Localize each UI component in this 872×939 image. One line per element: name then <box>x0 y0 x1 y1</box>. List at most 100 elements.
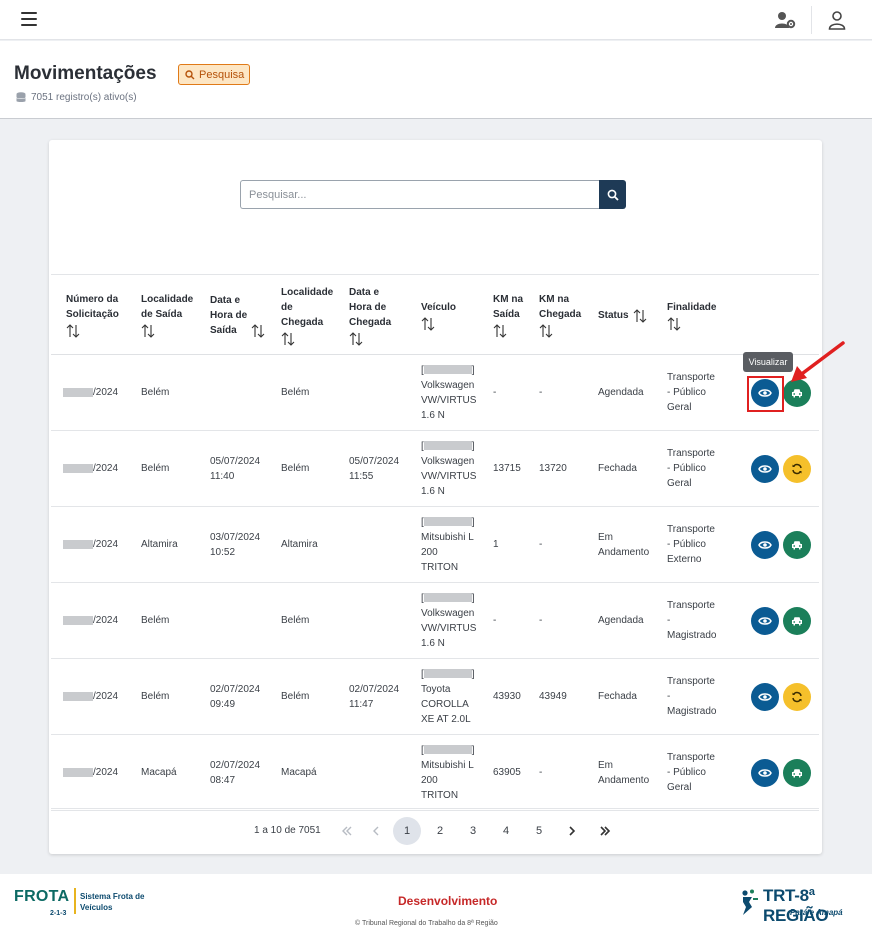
cell-text: 02/07/2024 <box>349 683 400 695</box>
page-button[interactable]: 1 <box>393 817 421 845</box>
cell-text: /2024 <box>93 691 119 702</box>
table-cell: Belém <box>281 583 346 658</box>
column-header-label: de Saída <box>141 309 183 320</box>
cell-text: 43949 <box>539 691 567 702</box>
car-icon <box>792 769 802 778</box>
sort-icon[interactable] <box>493 324 507 338</box>
cell-text: Mitsubishi L <box>421 531 474 543</box>
redacted-mask <box>423 593 472 603</box>
table-cell <box>349 355 417 430</box>
sort-icon[interactable] <box>633 309 647 323</box>
cell-text: 1.6 N <box>421 409 445 421</box>
column-header-label: Data e <box>210 294 241 306</box>
page-button[interactable]: 3 <box>459 817 487 845</box>
column-header[interactable]: Finalidade <box>667 275 716 355</box>
first-page-icon[interactable] <box>333 817 361 845</box>
cell-text: COROLLA <box>421 698 469 710</box>
cell-text: Agendada <box>598 615 644 626</box>
table-cell: 02/07/2024 09:49 <box>210 659 278 734</box>
sort-icon[interactable] <box>141 324 155 338</box>
column-header[interactable]: Data e Hora de Chegada <box>349 275 391 355</box>
next-page-icon[interactable] <box>558 817 586 845</box>
cell-text: Transporte <box>667 372 715 383</box>
column-header[interactable]: Número da Solicitação <box>66 275 119 355</box>
search-input[interactable] <box>240 180 599 209</box>
view-button[interactable] <box>751 683 779 711</box>
table-cell: Transporte - Magistrado <box>667 659 737 734</box>
request-number: /2024 <box>63 659 137 734</box>
table-row: /2024 Belém Belém[] Volkswagen VW/VIRTUS 1.6 … <box>51 355 819 431</box>
page-button[interactable]: 4 <box>492 817 520 845</box>
page-title: Movimentações <box>14 63 157 84</box>
cell-text: Externo <box>667 554 702 565</box>
sort-icon[interactable] <box>349 331 363 346</box>
vehicle-button[interactable] <box>783 607 811 635</box>
page-button[interactable]: 2 <box>426 817 454 845</box>
page-button[interactable]: 5 <box>525 817 553 845</box>
column-header[interactable]: Status <box>598 275 647 355</box>
top-bar-divider <box>811 6 812 34</box>
table-cell: [] Toyota COROLLA XE AT 2.0L <box>421 668 475 725</box>
column-header-label: Hora de <box>349 301 387 313</box>
column-header[interactable]: Localidade de Chegada <box>281 275 333 355</box>
cell-text: 13720 <box>539 463 567 474</box>
sort-icon[interactable] <box>66 324 80 338</box>
sort-icon[interactable] <box>539 324 553 338</box>
user-icon[interactable] <box>827 10 847 30</box>
column-header-label: Chegada <box>281 316 324 328</box>
app-subtitle: Sistema Frota de Veículos <box>80 891 144 913</box>
column-header[interactable]: Localidade de Saída <box>141 275 193 355</box>
cell-text: Fechada <box>598 463 637 474</box>
prev-page-icon[interactable] <box>362 817 390 845</box>
table-cell: 13715 <box>493 431 537 506</box>
view-button[interactable] <box>751 607 779 635</box>
cell-text: Volkswagen <box>421 379 475 391</box>
database-icon <box>16 92 26 103</box>
cell-text: Volkswagen <box>421 607 475 619</box>
cell-text: Macapá <box>141 767 177 778</box>
cell-text: - <box>667 691 671 702</box>
user-gear-icon[interactable] <box>774 10 796 30</box>
cell-text: Magistrado <box>667 706 717 717</box>
cell-text: Transporte <box>667 752 715 763</box>
vehicle-button[interactable] <box>783 531 811 559</box>
sort-icon[interactable] <box>667 316 681 331</box>
sync-button[interactable] <box>783 683 811 711</box>
table-cell: 02/07/2024 11:47 <box>349 659 417 734</box>
cell-text: VW/VIRTUS <box>421 394 477 406</box>
cell-text: Belém <box>141 615 170 626</box>
cell-text: 200 <box>421 546 438 558</box>
sort-icon[interactable] <box>421 316 435 331</box>
last-page-icon[interactable] <box>591 817 619 845</box>
view-button[interactable] <box>751 455 779 483</box>
cell-text: Geral <box>667 782 692 793</box>
sync-button[interactable] <box>783 455 811 483</box>
cell-text: Belém <box>281 691 310 702</box>
sync-icon <box>792 463 802 475</box>
vehicle-button[interactable] <box>783 759 811 787</box>
cell-text: 63905 <box>493 767 521 778</box>
view-button[interactable] <box>751 531 779 559</box>
cell-text: - Público <box>667 767 706 778</box>
menu-icon[interactable] <box>21 12 37 26</box>
column-header[interactable]: KM na Saída <box>493 275 523 355</box>
cell-text: Belém <box>281 615 310 626</box>
column-header[interactable]: Data e Hora de Saída <box>210 275 265 355</box>
cell-text: 1.6 N <box>421 485 445 497</box>
column-header-label: Chegada <box>539 309 582 320</box>
sort-icon[interactable] <box>281 331 295 346</box>
column-header[interactable]: Veículo <box>421 275 456 355</box>
cell-text: 1.6 N <box>421 637 445 649</box>
eye-icon <box>758 769 772 777</box>
cell-text: /2024 <box>93 387 119 398</box>
table-cell <box>349 583 417 658</box>
sort-icon[interactable] <box>251 323 265 338</box>
cell-text: Agendada <box>598 387 644 398</box>
view-button[interactable] <box>751 759 779 787</box>
search-icon <box>607 189 619 201</box>
search-button[interactable] <box>599 180 626 209</box>
table-cell: [] Volkswagen VW/VIRTUS 1.6 N <box>421 364 477 421</box>
column-header[interactable]: KM na Chegada <box>539 275 581 355</box>
search-mode-badge[interactable]: Pesquisa <box>178 64 251 85</box>
cell-text: - <box>539 615 543 626</box>
